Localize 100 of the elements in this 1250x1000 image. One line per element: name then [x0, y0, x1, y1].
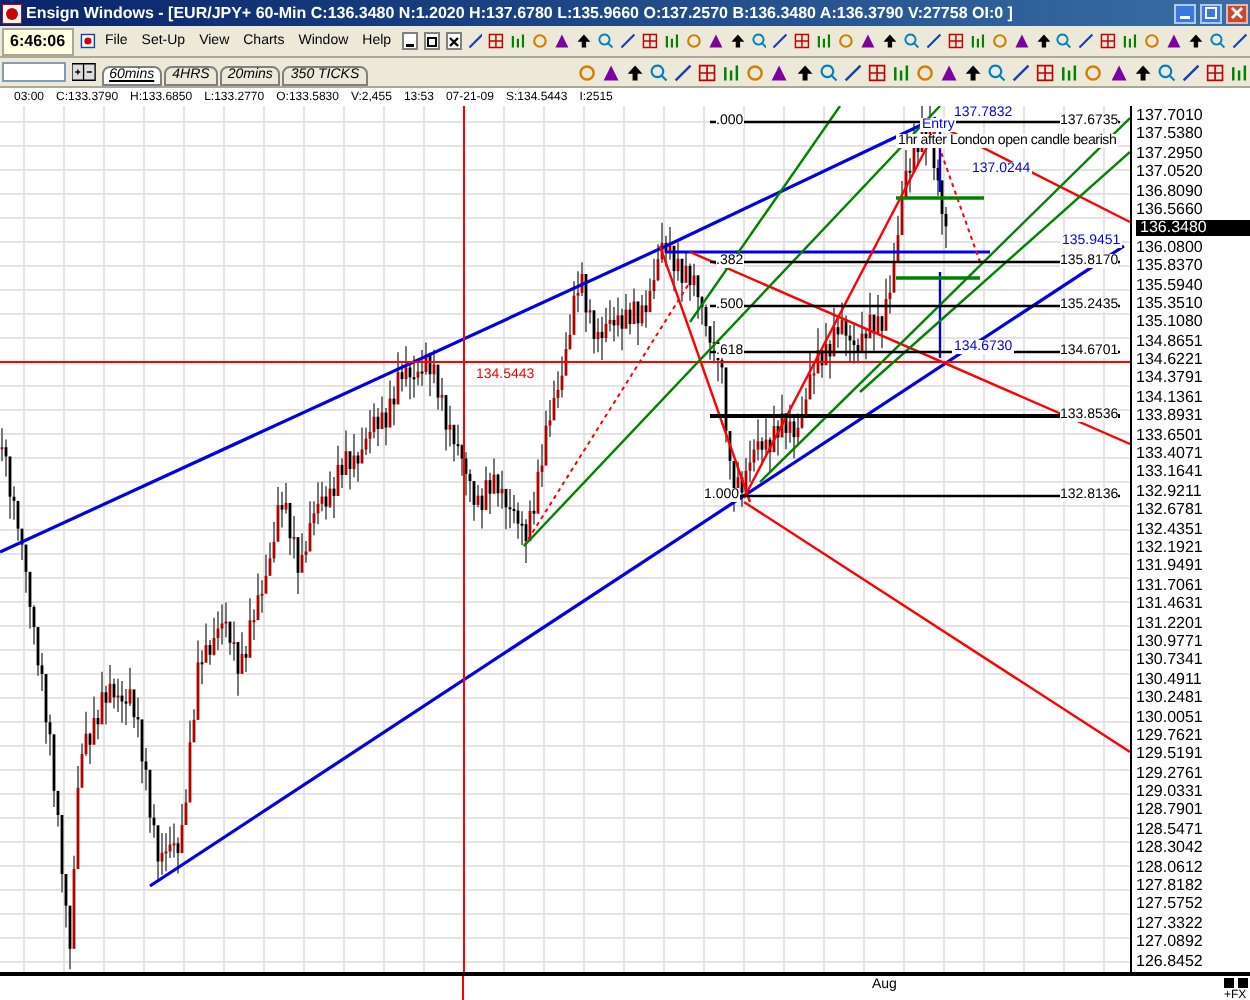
- close-button[interactable]: [445, 32, 462, 50]
- price-label: 134.1361: [1134, 389, 1205, 406]
- price-label: 130.4911: [1134, 671, 1204, 688]
- restore-icon: [425, 35, 438, 47]
- grid-icon[interactable]: [1036, 61, 1055, 83]
- arrow-icon[interactable]: [882, 30, 898, 52]
- price-label: 127.3322: [1134, 915, 1205, 932]
- bars-icon[interactable]: [510, 30, 527, 52]
- minimize-button[interactable]: [401, 32, 418, 50]
- arrow-icon[interactable]: [1133, 61, 1152, 83]
- zoom-icon[interactable]: [988, 61, 1007, 83]
- restore-button[interactable]: [423, 32, 440, 50]
- window-icon[interactable]: [79, 30, 95, 52]
- grid-icon[interactable]: [947, 30, 964, 52]
- price-label: 129.7621: [1134, 727, 1205, 744]
- price-label: 133.4071: [1134, 446, 1205, 463]
- price-label: 129.5191: [1134, 746, 1205, 763]
- price-label: 137.5380: [1134, 126, 1205, 143]
- grid-icon[interactable]: [641, 30, 658, 52]
- price-label: 128.3042: [1134, 840, 1205, 857]
- price-label: 133.6501: [1134, 427, 1205, 444]
- triangle-icon[interactable]: [601, 61, 620, 83]
- arrow-icon[interactable]: [576, 30, 593, 52]
- triangle-icon[interactable]: [1166, 30, 1182, 52]
- price-label: 133.8931: [1134, 408, 1205, 425]
- bars-icon[interactable]: [722, 61, 741, 83]
- price-label: 129.2761: [1134, 765, 1205, 782]
- triangle-icon[interactable]: [939, 61, 959, 83]
- bars-icon[interactable]: [1229, 61, 1248, 83]
- grid-icon[interactable]: [698, 61, 717, 83]
- restore-icon: [1204, 6, 1218, 20]
- zoom-icon[interactable]: [650, 61, 669, 83]
- bars-icon[interactable]: [969, 30, 986, 52]
- zoom-icon[interactable]: [1157, 61, 1176, 83]
- arrow-icon[interactable]: [795, 61, 814, 83]
- arrow-icon[interactable]: [729, 30, 746, 52]
- arrow-icon[interactable]: [1187, 30, 1204, 52]
- zoom-icon[interactable]: [1056, 30, 1073, 52]
- triangle-icon[interactable]: [1013, 30, 1030, 52]
- price-label: 135.8370: [1134, 258, 1205, 275]
- close-icon: [447, 35, 460, 47]
- spin-icon[interactable]: [72, 62, 96, 82]
- grid-icon[interactable]: [1205, 61, 1224, 83]
- price-label: 127.5752: [1134, 896, 1205, 913]
- arrow-icon[interactable]: [625, 61, 645, 83]
- price-label: 137.0520: [1134, 164, 1205, 181]
- price-label: 131.9491: [1134, 558, 1205, 575]
- price-label: 132.9211: [1134, 483, 1204, 500]
- price-label: 136.0800: [1134, 239, 1205, 256]
- triangle-icon[interactable]: [770, 61, 789, 83]
- price-label: 130.7341: [1134, 652, 1205, 669]
- bars-icon[interactable]: [816, 30, 833, 52]
- zoom-icon[interactable]: [598, 30, 615, 52]
- price-label: 132.1921: [1134, 539, 1205, 556]
- price-label: 127.8182: [1134, 878, 1205, 895]
- triangle-icon[interactable]: [554, 30, 571, 52]
- grid-icon[interactable]: [1100, 30, 1117, 52]
- price-label: 134.3791: [1134, 370, 1205, 387]
- price-label: 130.2481: [1134, 690, 1205, 707]
- price-label: 135.1080: [1134, 314, 1205, 331]
- bars-icon[interactable]: [1060, 61, 1079, 83]
- bars-icon[interactable]: [891, 61, 910, 83]
- price-label: 136.8090: [1134, 183, 1205, 200]
- price-label: 128.7901: [1134, 802, 1205, 819]
- price-label: 128.5471: [1134, 821, 1205, 838]
- grid-icon[interactable]: [794, 30, 811, 52]
- arrow-icon[interactable]: [964, 61, 983, 83]
- bars-icon[interactable]: [1122, 30, 1139, 52]
- grid-icon[interactable]: [867, 61, 886, 83]
- zoom-icon[interactable]: [1209, 30, 1226, 52]
- price-label: 137.7010: [1134, 108, 1205, 124]
- current-price: 136.3480: [1136, 220, 1250, 237]
- arrow-icon[interactable]: [1035, 30, 1051, 52]
- triangle-icon[interactable]: [1109, 61, 1128, 83]
- zoom-icon[interactable]: [751, 30, 767, 52]
- close-icon: [1230, 6, 1244, 20]
- price-label: 130.9771: [1134, 633, 1205, 650]
- price-label: 131.7061: [1134, 577, 1205, 594]
- window-title: Ensign Windows - [EUR/JPY+ 60-Min C:136.3480 N:1.2020 H:137.6780 L:135.9660 O:137.2570 B:136.3480 A:136.3790 V:27758 OI:0 ]: [26, 5, 1015, 21]
- price-label: 127.0892: [1134, 934, 1205, 951]
- app-icon: [2, 3, 22, 23]
- bars-icon[interactable]: [663, 30, 680, 52]
- triangle-icon[interactable]: [707, 30, 724, 52]
- grid-icon[interactable]: [488, 30, 505, 52]
- price-label: 126.8452: [1134, 953, 1205, 970]
- price-label: 133.1641: [1134, 464, 1205, 481]
- input-field[interactable]: [2, 62, 66, 82]
- zoom-icon[interactable]: [819, 61, 838, 83]
- price-label: 136.5660: [1134, 201, 1205, 218]
- price-label: 131.4631: [1134, 596, 1205, 613]
- clock: 6:46:06: [2, 27, 74, 55]
- price-label: 137.2950: [1134, 145, 1205, 162]
- triangle-icon[interactable]: [860, 30, 877, 52]
- price-label: 135.5940: [1134, 277, 1205, 294]
- price-label: 134.8651: [1134, 333, 1205, 350]
- zoom-icon[interactable]: [904, 30, 920, 52]
- price-label: 132.4351: [1134, 521, 1205, 538]
- price-label: 134.6221: [1134, 352, 1205, 369]
- price-label: 130.0051: [1134, 709, 1205, 725]
- price-label: 131.2201: [1134, 615, 1205, 632]
